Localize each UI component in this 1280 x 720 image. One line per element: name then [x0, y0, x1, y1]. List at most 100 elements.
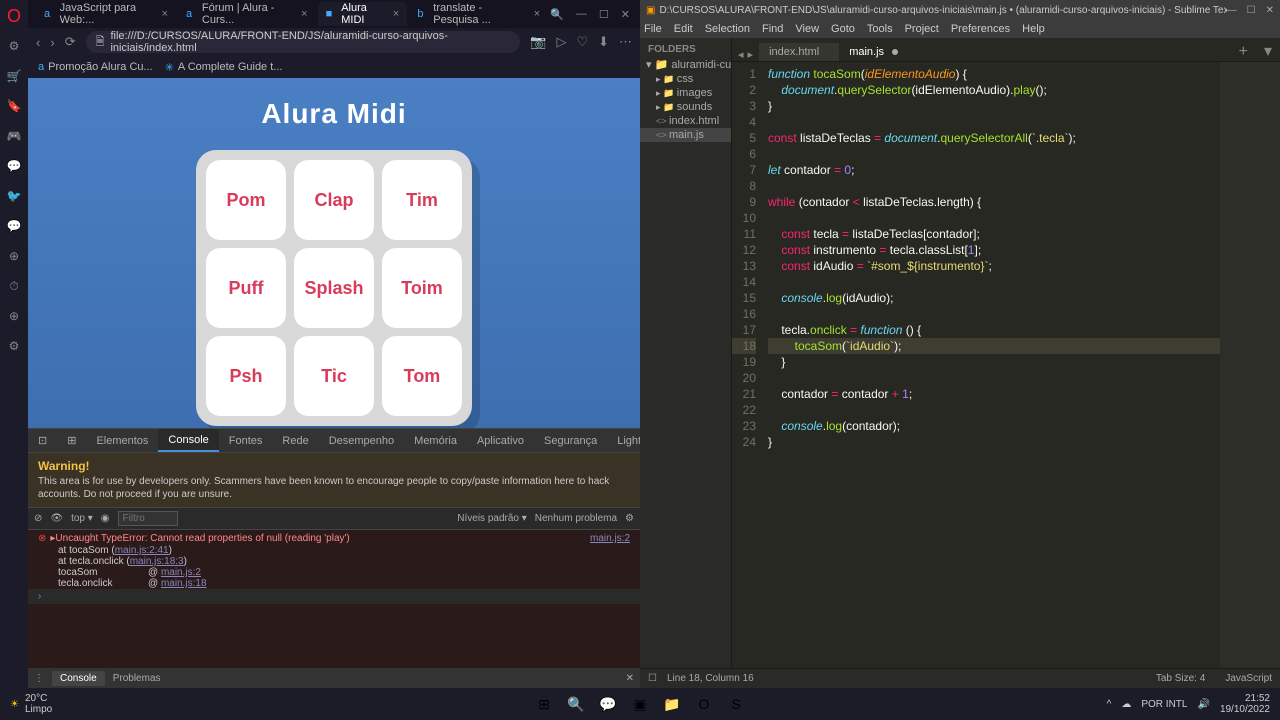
drawer-console-tab[interactable]: Console [52, 671, 105, 686]
tray-icon[interactable]: ^ [1107, 699, 1112, 710]
menu-item[interactable]: Edit [674, 23, 693, 35]
menu-item[interactable]: Tools [867, 23, 893, 35]
menu-item[interactable]: Selection [705, 23, 750, 35]
devtools-device-icon[interactable]: ⊞ [57, 429, 86, 452]
devtools-tab[interactable]: Aplicativo [467, 429, 534, 452]
sidebar-folder[interactable]: css [640, 72, 731, 86]
eye-icon[interactable]: 👁 [50, 513, 63, 524]
opera-sidebar-icon[interactable]: 🔖 [6, 98, 22, 114]
tray-icon[interactable]: 🔊 [1197, 699, 1209, 710]
gear-icon[interactable]: ⚙ [625, 513, 634, 524]
send-icon[interactable]: ▷ [556, 34, 566, 50]
menu-icon[interactable]: ⋯ [619, 34, 632, 50]
devtools-tab[interactable]: Memória [404, 429, 467, 452]
devtools-tab[interactable]: Fontes [219, 429, 273, 452]
menu-item[interactable]: Goto [831, 23, 855, 35]
bookmark-item[interactable]: ✳A Complete Guide t... [165, 61, 283, 74]
reload-button[interactable]: ⟳ [65, 34, 76, 50]
sidebar-folder[interactable]: images [640, 86, 731, 100]
editor-tab[interactable]: main.js [839, 43, 904, 61]
close-icon[interactable]: ✕ [1266, 5, 1274, 16]
scope-selector[interactable]: top ▾ [71, 513, 93, 524]
maximize-icon[interactable]: ☐ [1247, 5, 1256, 16]
midi-button-puff[interactable]: Puff [206, 248, 286, 328]
search-icon[interactable]: 🔍 [550, 8, 564, 21]
minimize-icon[interactable]: — [576, 8, 587, 21]
minimize-icon[interactable]: — [1227, 5, 1237, 16]
menu-item[interactable]: View [795, 23, 819, 35]
midi-button-toim[interactable]: Toim [382, 248, 462, 328]
midi-button-clap[interactable]: Clap [294, 160, 374, 240]
tab-next-icon[interactable]: ▸ [748, 48, 754, 61]
opera-sidebar-icon[interactable]: 💬 [6, 158, 22, 174]
taskbar-app-icon[interactable]: 💬 [596, 692, 620, 716]
sidebar-file[interactable]: index.html [640, 114, 731, 128]
tab-size[interactable]: Tab Size: 4 [1156, 673, 1205, 684]
drawer-problems-tab[interactable]: Problemas [113, 673, 161, 684]
sidebar-root[interactable]: ▾ 📁 aluramidi-curso... [640, 57, 731, 72]
syntax-lang[interactable]: JavaScript [1225, 673, 1272, 684]
filter-input[interactable] [118, 511, 178, 526]
sidebar-file[interactable]: main.js [640, 128, 731, 142]
minimap[interactable] [1220, 62, 1280, 668]
tray-icon[interactable]: ☁ [1121, 699, 1131, 710]
midi-button-splash[interactable]: Splash [294, 248, 374, 328]
taskbar-app-icon[interactable]: ▣ [628, 692, 652, 716]
browser-tab[interactable]: aFórum | Alura - Curs...× [178, 2, 316, 26]
download-icon[interactable]: ⬇ [598, 34, 609, 50]
close-icon[interactable]: ✕ [621, 8, 630, 21]
devtools-tab[interactable]: Elementos [86, 429, 158, 452]
editor-tab[interactable]: index.html [759, 43, 839, 61]
taskbar-app-icon[interactable]: S [724, 692, 748, 716]
url-input[interactable]: 🗎 file:///D:/CURSOS/ALURA/FRONT-END/JS/a… [86, 31, 521, 53]
midi-button-tim[interactable]: Tim [382, 160, 462, 240]
tab-add-icon[interactable]: + [1231, 43, 1256, 61]
taskbar-app-icon[interactable]: ⊞ [532, 692, 556, 716]
sidebar-folder[interactable]: sounds [640, 100, 731, 114]
devtools-tab[interactable]: Segurança [534, 429, 607, 452]
devtools-tab[interactable]: Desempenho [319, 429, 404, 452]
taskbar-clock[interactable]: 21:52 19/10/2022 [1220, 693, 1270, 715]
taskbar-weather[interactable]: ☀ 20°C Limpo [0, 693, 52, 715]
menu-item[interactable]: File [644, 23, 662, 35]
midi-button-tic[interactable]: Tic [294, 336, 374, 416]
midi-button-pom[interactable]: Pom [206, 160, 286, 240]
browser-tab[interactable]: btranslate - Pesquisa ...× [409, 2, 548, 26]
bookmark-item[interactable]: aPromoção Alura Cu... [38, 61, 153, 73]
opera-sidebar-icon[interactable]: ⚙ [6, 38, 22, 54]
close-drawer-icon[interactable]: ✕ [626, 673, 634, 684]
browser-tab[interactable]: aJavaScript para Web:...× [36, 2, 176, 26]
levels-selector[interactable]: Níveis padrão ▾ [457, 513, 527, 524]
taskbar-app-icon[interactable]: 📁 [660, 692, 684, 716]
tab-prev-icon[interactable]: ◂ [738, 48, 744, 61]
taskbar-app-icon[interactable]: O [692, 692, 716, 716]
browser-tab[interactable]: ■Alura MIDI× [318, 2, 408, 26]
filter-eye-icon[interactable]: ◉ [101, 513, 110, 524]
midi-button-psh[interactable]: Psh [206, 336, 286, 416]
tab-menu-icon[interactable]: ▾ [1256, 41, 1280, 61]
opera-sidebar-icon[interactable]: ⏱ [6, 278, 22, 294]
opera-sidebar-icon[interactable]: O [6, 8, 22, 24]
code-editor[interactable]: 123456789101112131415161718192021222324 … [732, 62, 1280, 668]
maximize-icon[interactable]: ☐ [599, 8, 609, 21]
clear-console-icon[interactable]: ⊘ [34, 513, 42, 524]
menu-item[interactable]: Help [1022, 23, 1045, 35]
opera-sidebar-icon[interactable]: 🐦 [6, 188, 22, 204]
tray-icon[interactable]: POR INTL [1141, 699, 1187, 710]
menu-item[interactable]: Preferences [951, 23, 1010, 35]
opera-sidebar-icon[interactable]: 🎮 [6, 128, 22, 144]
camera-icon[interactable]: 📷 [530, 34, 546, 50]
opera-sidebar-icon[interactable]: 🛒 [6, 68, 22, 84]
opera-sidebar-icon[interactable]: ⊕ [6, 248, 22, 264]
heart-icon[interactable]: ♡ [576, 34, 588, 50]
menu-item[interactable]: Find [762, 23, 783, 35]
devtools-tab[interactable]: Console [158, 429, 218, 452]
devtools-inspect-icon[interactable]: ⊡ [28, 429, 57, 452]
opera-sidebar-icon[interactable]: 💬 [6, 218, 22, 234]
forward-button[interactable]: › [50, 35, 54, 50]
devtools-tab[interactable]: Rede [272, 429, 318, 452]
back-button[interactable]: ‹ [36, 35, 40, 50]
midi-button-tom[interactable]: Tom [382, 336, 462, 416]
opera-sidebar-icon[interactable]: ⊕ [6, 308, 22, 324]
taskbar-app-icon[interactable]: 🔍 [564, 692, 588, 716]
